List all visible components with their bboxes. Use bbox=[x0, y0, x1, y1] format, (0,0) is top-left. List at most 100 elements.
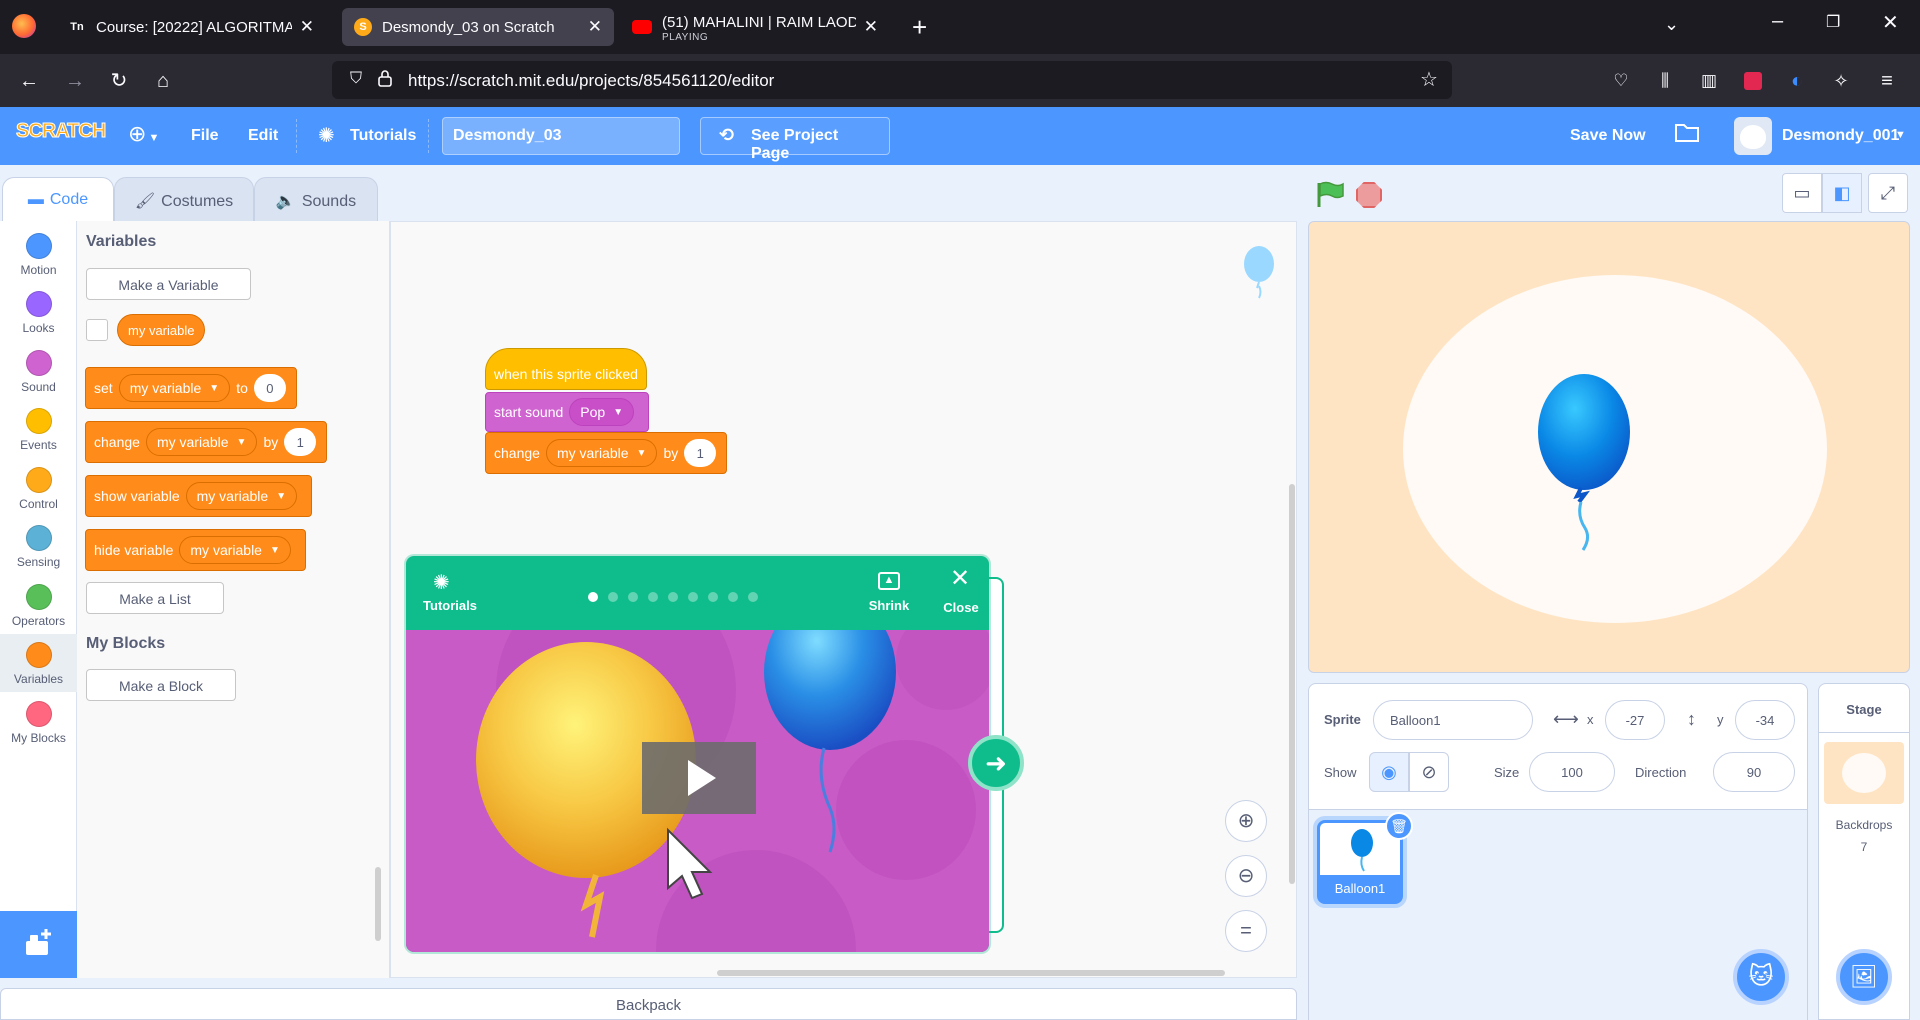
variable-dropdown[interactable]: my variable ▼ bbox=[185, 482, 298, 510]
change-variable-block[interactable]: change my variable ▼ by 1 bbox=[85, 421, 328, 463]
category-motion[interactable]: Motion bbox=[0, 225, 77, 283]
lock-icon[interactable] bbox=[378, 69, 392, 87]
value-input[interactable]: 1 bbox=[684, 439, 717, 467]
shrink-button[interactable]: Shrink bbox=[864, 598, 914, 613]
my-stuff-folder-icon[interactable] bbox=[1674, 121, 1700, 146]
variable-dropdown[interactable]: my variable ▼ bbox=[545, 439, 658, 467]
change-variable-script-block[interactable]: change my variable ▼ by 1 bbox=[485, 432, 728, 474]
tab-code[interactable]: ▬ Code bbox=[2, 177, 114, 221]
x-position-input[interactable]: -27 bbox=[1605, 700, 1665, 740]
backpack-bar[interactable]: Backpack bbox=[0, 988, 1297, 1020]
category-my-blocks[interactable]: My Blocks bbox=[0, 693, 77, 751]
y-position-input[interactable]: -34 bbox=[1735, 700, 1795, 740]
category-looks[interactable]: Looks bbox=[0, 283, 77, 341]
scratch-logo[interactable]: SCRATCH bbox=[15, 120, 106, 143]
zoom-out-button[interactable]: ⊖ bbox=[1225, 855, 1267, 897]
category-events[interactable]: Events bbox=[0, 400, 77, 458]
home-icon[interactable]: ⌂ bbox=[150, 68, 176, 94]
stop-icon[interactable] bbox=[1356, 182, 1382, 208]
extensions-puzzle-icon[interactable]: ✧ bbox=[1828, 68, 1854, 94]
minimize-button[interactable]: – bbox=[1772, 10, 1783, 33]
direction-input[interactable]: 90 bbox=[1713, 752, 1795, 792]
browser-tab-course[interactable]: Tn Course: [20222] ALGORITMA DA ✕ bbox=[56, 8, 326, 46]
value-input[interactable]: 1 bbox=[284, 428, 317, 456]
firefox-menu-icon[interactable] bbox=[12, 14, 36, 38]
tutorial-page-dot[interactable] bbox=[628, 592, 638, 602]
show-variable-block[interactable]: show variable my variable ▼ bbox=[85, 475, 313, 517]
save-now-button[interactable]: Save Now bbox=[1570, 127, 1646, 145]
choose-backdrop-button[interactable]: 🖼 bbox=[1836, 949, 1892, 1005]
choose-sprite-button[interactable]: 🐱 bbox=[1733, 949, 1789, 1005]
list-tabs-icon[interactable]: ⌄ bbox=[1664, 14, 1679, 35]
browser-tab-youtube[interactable]: (51) MAHALINI | RAIM LAODE | PLAYING ✕ bbox=[620, 8, 890, 46]
extension-red-icon[interactable] bbox=[1740, 68, 1766, 94]
tutorials-label[interactable]: Tutorials bbox=[416, 598, 484, 613]
tutorial-video[interactable] bbox=[406, 630, 989, 952]
hide-variable-block[interactable]: hide variable my variable ▼ bbox=[85, 529, 306, 571]
show-visible-eye-icon[interactable]: ◉ bbox=[1369, 752, 1409, 792]
tutorial-page-dot[interactable] bbox=[588, 592, 598, 602]
sprite-name-input[interactable]: Balloon1 bbox=[1373, 700, 1533, 740]
close-tutorial-button[interactable]: Close bbox=[936, 600, 986, 615]
tutorial-page-dot[interactable] bbox=[668, 592, 678, 602]
tutorial-next-button[interactable]: ➜ bbox=[968, 735, 1024, 791]
close-window-button[interactable]: ✕ bbox=[1882, 10, 1899, 35]
variable-dropdown[interactable]: my variable ▼ bbox=[118, 374, 231, 402]
tutorial-page-dot[interactable] bbox=[728, 592, 738, 602]
stage-canvas[interactable] bbox=[1308, 221, 1910, 673]
tab-costumes[interactable]: 🖌 Costumes bbox=[114, 177, 254, 221]
sidebar-icon[interactable]: ▥ bbox=[1696, 68, 1722, 94]
vertical-scrollbar[interactable] bbox=[1289, 484, 1295, 884]
url-bar[interactable]: ⛉ https://scratch.mit.edu/projects/85456… bbox=[332, 61, 1452, 99]
close-tab-icon[interactable]: ✕ bbox=[300, 17, 314, 37]
fullscreen-button[interactable]: ⤢ bbox=[1868, 173, 1908, 213]
category-control[interactable]: Control bbox=[0, 459, 77, 517]
category-operators[interactable]: Operators bbox=[0, 576, 77, 634]
shrink-icon[interactable]: ▲ bbox=[878, 572, 900, 590]
variable-reporter[interactable]: my variable bbox=[117, 314, 206, 346]
see-project-page-button[interactable]: ⟲ See Project Page bbox=[700, 117, 890, 162]
reload-icon[interactable]: ↻ bbox=[106, 68, 132, 94]
browser-tab-scratch[interactable]: S Desmondy_03 on Scratch ✕ bbox=[342, 8, 614, 46]
add-extension-button[interactable] bbox=[0, 911, 77, 978]
close-tab-icon[interactable]: ✕ bbox=[864, 17, 878, 37]
hide-sprite-eye-slash-icon[interactable]: ⊘ bbox=[1409, 752, 1449, 792]
tutorial-page-dot[interactable] bbox=[688, 592, 698, 602]
flyout-scrollbar[interactable] bbox=[375, 867, 381, 941]
language-globe-icon[interactable]: ⊕ ▼ bbox=[128, 121, 159, 147]
make-variable-button[interactable]: Make a Variable bbox=[86, 268, 251, 300]
forward-icon[interactable]: → bbox=[62, 68, 88, 94]
new-tab-button[interactable]: + bbox=[912, 12, 927, 43]
zoom-reset-button[interactable]: = bbox=[1225, 910, 1267, 952]
variable-dropdown[interactable]: my variable ▼ bbox=[179, 536, 291, 564]
file-menu[interactable]: File bbox=[191, 127, 219, 145]
green-flag-icon[interactable] bbox=[1314, 180, 1344, 211]
tutorials-lightbulb-icon[interactable]: ✺ bbox=[318, 123, 335, 148]
make-list-button[interactable]: Make a List bbox=[86, 582, 224, 614]
restore-button[interactable]: ❐ bbox=[1826, 12, 1840, 32]
username-menu[interactable]: Desmondy_001 bbox=[1782, 127, 1899, 145]
variable-checkbox[interactable] bbox=[86, 319, 108, 341]
project-title-input[interactable]: Desmondy_03 bbox=[442, 117, 680, 155]
category-variables[interactable]: Variables bbox=[0, 634, 77, 692]
tutorial-page-dot[interactable] bbox=[708, 592, 718, 602]
small-stage-button[interactable]: ▭ bbox=[1782, 173, 1822, 213]
backdrop-thumbnail[interactable] bbox=[1824, 742, 1904, 804]
zoom-in-button[interactable]: ⊕ bbox=[1225, 800, 1267, 842]
horizontal-scrollbar[interactable] bbox=[717, 970, 1225, 976]
sound-dropdown[interactable]: Pop ▼ bbox=[569, 398, 635, 426]
tutorials-menu[interactable]: Tutorials bbox=[350, 127, 416, 145]
normal-stage-button[interactable]: ◧ bbox=[1822, 173, 1862, 213]
bookmark-star-icon[interactable]: ☆ bbox=[1420, 67, 1438, 92]
variable-dropdown[interactable]: my variable ▼ bbox=[145, 428, 258, 456]
tutorial-page-dot[interactable] bbox=[648, 592, 658, 602]
shield-icon[interactable]: ⛉ bbox=[350, 70, 362, 88]
tutorial-page-dot[interactable] bbox=[608, 592, 618, 602]
user-avatar[interactable] bbox=[1734, 117, 1772, 155]
back-icon[interactable]: ← bbox=[16, 68, 42, 94]
category-sound[interactable]: Sound bbox=[0, 342, 77, 400]
when-sprite-clicked-hat-block[interactable]: when this sprite clicked bbox=[485, 348, 647, 390]
extension-blue-icon[interactable]: ◐ bbox=[1784, 68, 1810, 94]
hamburger-menu-icon[interactable]: ≡ bbox=[1874, 68, 1900, 94]
close-icon[interactable]: ✕ bbox=[950, 564, 970, 593]
